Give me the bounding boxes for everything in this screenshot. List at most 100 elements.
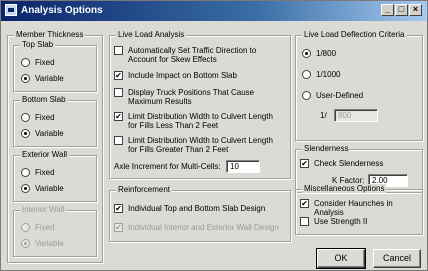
checkbox-box[interactable]	[114, 136, 123, 145]
deflection-criteria-group: Live Load Deflection Criteria 1/800 1/10…	[295, 30, 423, 141]
checkbox-label: Individual Interior and Exterior Wall De…	[128, 223, 279, 232]
label-line2: Account for Skew Effects	[128, 55, 217, 64]
radio-circle[interactable]	[302, 91, 311, 100]
radio-label: Fixed	[35, 113, 55, 122]
bottom-slab-variable-radio[interactable]: Variable	[21, 129, 64, 138]
checkbox-label: Use Strength II	[314, 217, 368, 226]
live-load-analysis-title: Live Load Analysis	[116, 30, 187, 39]
deflection-800-radio[interactable]: 1/800	[302, 49, 336, 58]
interior-wall-group: Interior Wall Fixed Variable	[13, 205, 97, 257]
checkbox-box[interactable]	[114, 112, 123, 121]
exterior-wall-title: Exterior Wall	[20, 150, 70, 159]
interior-wall-title: Interior Wall	[20, 205, 67, 214]
checkbox-label: Check Slenderness	[314, 159, 384, 168]
maximize-button[interactable]: □	[395, 4, 408, 16]
radio-label: Variable	[35, 239, 64, 248]
individual-wall-design-checkbox: Individual Interior and Exterior Wall De…	[114, 223, 279, 232]
misc-options-title: Miscellaneous Options	[302, 184, 387, 193]
user-defined-prefix: 1/	[320, 111, 327, 120]
label-line2: for Fills Less Than 2 Feet	[128, 121, 219, 130]
radio-label: 1/800	[316, 49, 337, 58]
checkbox-box	[114, 223, 123, 232]
checkbox-label: Consider Haunches in Analysis	[314, 199, 393, 217]
deflection-1000-radio[interactable]: 1/1000	[302, 70, 340, 79]
checkbox-box[interactable]	[114, 46, 123, 55]
radio-circle[interactable]	[21, 58, 30, 67]
bottom-slab-group: Bottom Slab Fixed Variable	[13, 95, 97, 147]
radio-circle[interactable]	[21, 113, 30, 122]
exterior-wall-variable-radio[interactable]: Variable	[21, 184, 64, 193]
individual-slab-design-checkbox[interactable]: Individual Top and Bottom Slab Design	[114, 204, 265, 213]
top-slab-group: Top Slab Fixed Variable	[13, 40, 97, 92]
user-defined-input: 800	[334, 109, 378, 122]
checkbox-box[interactable]	[114, 71, 123, 80]
analysis-options-dialog: Analysis Options _ □ × Member Thickness …	[0, 0, 428, 271]
reinforcement-group: Reinforcement Individual Top and Bottom …	[109, 185, 291, 242]
checkbox-label: Display Truck Positions That Cause Maxim…	[128, 88, 254, 106]
radio-label: Variable	[35, 184, 64, 193]
deflection-user-defined-radio[interactable]: User-Defined	[302, 91, 363, 100]
close-button[interactable]: ×	[409, 4, 422, 16]
exterior-wall-fixed-radio[interactable]: Fixed	[21, 168, 55, 177]
limit-width-less-checkbox[interactable]: Limit Distribution Width to Culvert Leng…	[114, 112, 273, 130]
top-slab-title: Top Slab	[20, 40, 56, 49]
radio-label: User-Defined	[316, 91, 364, 100]
impact-bottom-slab-checkbox[interactable]: Include Impact on Bottom Slab	[114, 71, 237, 80]
radio-circle[interactable]	[21, 168, 30, 177]
radio-circle[interactable]	[21, 129, 30, 138]
check-slenderness-checkbox[interactable]: Check Slenderness	[300, 159, 383, 168]
reinforcement-title: Reinforcement	[116, 185, 173, 194]
radio-circle[interactable]	[21, 184, 30, 193]
checkbox-box[interactable]	[300, 159, 309, 168]
axle-increment-label: Axle Increment for Multi-Cells:	[114, 162, 221, 171]
cancel-button[interactable]: Cancel	[373, 249, 421, 268]
label-line1: Limit Distribution Width to Culvert Leng…	[128, 112, 273, 121]
checkbox-box[interactable]	[114, 204, 123, 213]
exterior-wall-group: Exterior Wall Fixed Variable	[13, 150, 97, 202]
ok-button[interactable]: OK	[316, 248, 366, 269]
radio-circle[interactable]	[302, 49, 311, 58]
radio-circle[interactable]	[302, 70, 311, 79]
radio-label: Fixed	[35, 223, 55, 232]
checkbox-box[interactable]	[300, 217, 309, 226]
radio-circle[interactable]	[21, 74, 30, 83]
radio-label: 1/1000	[316, 70, 341, 79]
deflection-criteria-title: Live Load Deflection Criteria	[302, 30, 407, 39]
top-slab-variable-radio[interactable]: Variable	[21, 74, 64, 83]
checkbox-label: Include Impact on Bottom Slab	[128, 71, 237, 80]
haunches-checkbox[interactable]: Consider Haunches in Analysis	[300, 199, 422, 217]
interior-wall-variable-radio: Variable	[21, 239, 64, 248]
radio-circle	[21, 223, 30, 232]
checkbox-label: Limit Distribution Width to Culvert Leng…	[128, 112, 273, 130]
skew-effects-checkbox[interactable]: Automatically Set Traffic Direction to A…	[114, 46, 256, 64]
bottom-slab-title: Bottom Slab	[20, 95, 68, 104]
radio-label: Fixed	[35, 168, 55, 177]
axle-increment-input[interactable]: 10	[226, 160, 260, 173]
label-line1: Display Truck Positions That Cause	[128, 88, 255, 97]
top-slab-fixed-radio[interactable]: Fixed	[21, 58, 55, 67]
checkbox-label: Automatically Set Traffic Direction to A…	[128, 46, 256, 64]
limit-width-greater-checkbox[interactable]: Limit Distribution Width to Culvert Leng…	[114, 136, 273, 154]
radio-label: Variable	[35, 129, 64, 138]
checkbox-box[interactable]	[114, 88, 123, 97]
truck-positions-checkbox[interactable]: Display Truck Positions That Cause Maxim…	[114, 88, 254, 106]
minimize-button[interactable]: _	[381, 4, 394, 16]
live-load-analysis-group: Live Load Analysis Automatically Set Tra…	[109, 30, 291, 179]
member-thickness-group: Member Thickness Top Slab Fixed Variable…	[7, 30, 103, 263]
radio-label: Variable	[35, 74, 64, 83]
checkbox-box[interactable]	[300, 199, 309, 208]
label-line1: Automatically Set Traffic Direction to	[128, 46, 257, 55]
checkbox-label: Limit Distribution Width to Culvert Leng…	[128, 136, 273, 154]
slenderness-title: Slenderness	[302, 144, 351, 153]
title-bar[interactable]: Analysis Options _ □ ×	[1, 1, 427, 21]
checkbox-label: Individual Top and Bottom Slab Design	[128, 204, 266, 213]
strength-ii-checkbox[interactable]: Use Strength II	[300, 217, 367, 226]
label-line2: Maximum Results	[128, 97, 192, 106]
app-icon	[5, 4, 17, 16]
member-thickness-title: Member Thickness	[14, 30, 86, 39]
bottom-slab-fixed-radio[interactable]: Fixed	[21, 113, 55, 122]
interior-wall-fixed-radio: Fixed	[21, 223, 55, 232]
window-title: Analysis Options	[21, 5, 103, 16]
misc-options-group: Miscellaneous Options Consider Haunches …	[295, 184, 423, 235]
label-line1: Limit Distribution Width to Culvert Leng…	[128, 136, 273, 145]
